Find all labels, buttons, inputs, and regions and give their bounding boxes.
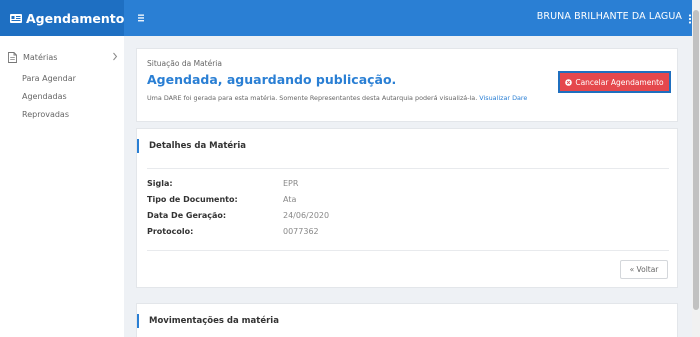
sidebar-item-label: Matérias	[23, 52, 58, 62]
details-title: Detalhes da Matéria	[137, 139, 246, 153]
field-value: 24/06/2020	[283, 211, 330, 220]
scroll-down-icon[interactable]	[693, 329, 699, 335]
close-circle-icon	[565, 78, 573, 86]
sidebar-item-materias[interactable]: Matérias	[8, 50, 120, 64]
scrollbar[interactable]	[692, 0, 700, 337]
movements-title: Movimentações da matéria	[137, 314, 279, 328]
status-note: Uma DARE foi gerada para esta matéria. S…	[147, 94, 527, 102]
back-button[interactable]: « Voltar	[620, 260, 668, 279]
field-key: Tipo de Documento:	[147, 195, 238, 204]
divider	[147, 250, 669, 251]
divider	[147, 168, 669, 169]
sidebar-item-para-agendar[interactable]: Para Agendar	[22, 74, 76, 83]
status-title: Agendada, aguardando publicação.	[147, 72, 397, 87]
sidebar: Matérias Para Agendar Agendadas Reprovad…	[0, 36, 124, 337]
details-card: Detalhes da Matéria Sigla: EPR Tipo de D…	[136, 128, 678, 288]
status-card: Situação da Matéria Agendada, aguardando…	[136, 48, 678, 122]
sidebar-item-reprovadas[interactable]: Reprovadas	[22, 110, 69, 119]
cancel-schedule-label: Cancelar Agendamento	[575, 77, 664, 87]
hamburger-icon[interactable]	[136, 11, 150, 25]
field-key: Data De Geração:	[147, 211, 227, 220]
cancel-schedule-button[interactable]: Cancelar Agendamento	[558, 71, 671, 93]
view-dare-link[interactable]: Visualizar Dare	[479, 94, 527, 102]
user-name[interactable]: BRUNA BRILHANTE DA LAGUA	[537, 11, 682, 22]
scroll-thumb[interactable]	[693, 10, 699, 310]
top-bar: Agendamento BRUNA BRILHANTE DA LAGUA	[0, 0, 700, 36]
field-value: 0077362	[283, 227, 319, 236]
field-value: EPR	[283, 179, 299, 188]
brand[interactable]: Agendamento	[0, 0, 124, 36]
field-value: Ata	[283, 195, 297, 204]
status-label: Situação da Matéria	[147, 59, 222, 68]
field-key: Sigla:	[147, 179, 173, 188]
brand-title: Agendamento	[26, 10, 125, 26]
scroll-up-icon[interactable]	[693, 2, 699, 16]
field-key: Protocolo:	[147, 227, 194, 236]
document-icon	[8, 51, 17, 63]
sidebar-item-agendadas[interactable]: Agendadas	[22, 92, 67, 101]
chevron-right-icon	[112, 52, 118, 63]
movements-card: Movimentações da matéria	[136, 303, 678, 337]
id-card-icon	[10, 13, 22, 23]
status-note-text: Uma DARE foi gerada para esta matéria. S…	[147, 94, 478, 102]
